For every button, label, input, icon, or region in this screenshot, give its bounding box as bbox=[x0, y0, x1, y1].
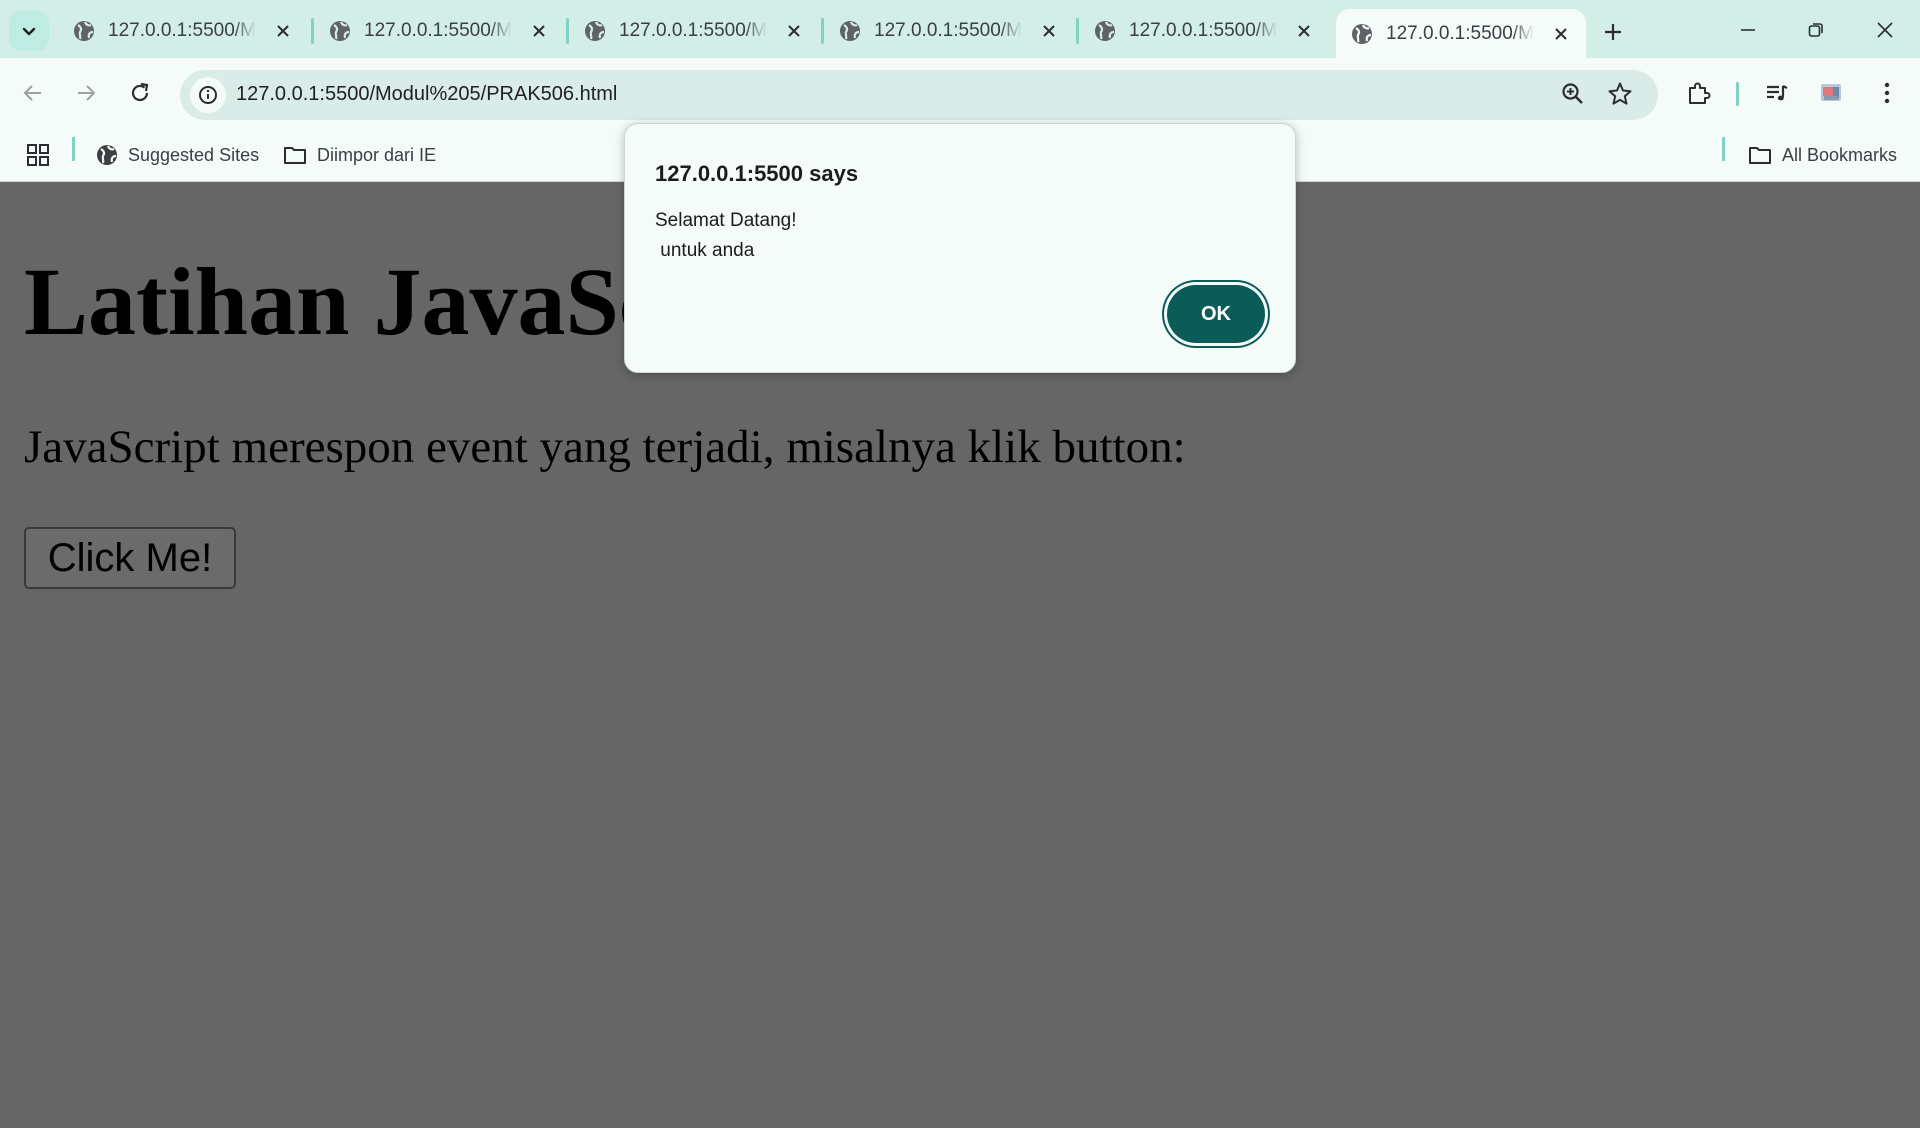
close-icon[interactable] bbox=[528, 20, 550, 42]
reload-icon bbox=[131, 82, 149, 102]
address-bar[interactable]: 127.0.0.1:5500/Modul%205/PRAK506.html bbox=[180, 70, 1658, 120]
globe-icon bbox=[585, 21, 605, 41]
tab-5[interactable]: 127.0.0.1:5500/Modul%205/PRAK505.html bbox=[1079, 9, 1329, 53]
toolbar-divider bbox=[1736, 82, 1739, 106]
globe-icon bbox=[1095, 21, 1115, 41]
bookmark-star-icon[interactable] bbox=[1607, 81, 1633, 107]
tab-6-active[interactable]: 127.0.0.1:5500/Modul%205/PRAK506.html bbox=[1336, 9, 1586, 58]
profile-button[interactable] bbox=[1812, 74, 1850, 112]
tab-1[interactable]: 127.0.0.1:5500/Modul%205/PRAK501.html bbox=[58, 9, 308, 53]
toolbar: 127.0.0.1:5500/Modul%205/PRAK506.html bbox=[0, 58, 1920, 130]
tab-3[interactable]: 127.0.0.1:5500/Modul%205/PRAK503.html bbox=[569, 9, 819, 53]
url-text[interactable]: 127.0.0.1:5500/Modul%205/PRAK506.html bbox=[236, 83, 617, 106]
close-window-button[interactable] bbox=[1855, 8, 1915, 52]
profile-avatar-icon bbox=[1821, 84, 1841, 101]
tab-title: 127.0.0.1:5500/Modul%205/PRAK506.html bbox=[1386, 22, 1534, 44]
close-icon[interactable] bbox=[272, 20, 294, 42]
bookmark-label: Diimpor dari IE bbox=[317, 144, 437, 165]
all-bookmarks-label: All Bookmarks bbox=[1782, 144, 1898, 165]
back-button[interactable] bbox=[13, 73, 53, 113]
tab-search-button[interactable] bbox=[9, 11, 49, 51]
all-bookmarks-button[interactable]: All Bookmarks bbox=[1748, 140, 1897, 170]
info-icon bbox=[199, 86, 217, 104]
arrow-right-icon bbox=[78, 85, 96, 101]
alert-dialog: 127.0.0.1:5500 says Selamat Datang! untu… bbox=[624, 123, 1296, 373]
page-paragraph: JavaScript merespon event yang terjadi, … bbox=[24, 421, 1186, 473]
menu-button[interactable] bbox=[1868, 74, 1906, 112]
plus-icon bbox=[1605, 24, 1621, 40]
tab-title: 127.0.0.1:5500/Modul%205/PRAK501.html bbox=[108, 20, 256, 41]
close-icon[interactable] bbox=[1293, 20, 1315, 42]
bookmark-folder-diimpor[interactable]: Diimpor dari IE bbox=[283, 140, 436, 170]
apps-grid-icon bbox=[27, 144, 49, 166]
restore-icon bbox=[1808, 23, 1823, 37]
close-icon[interactable] bbox=[1038, 20, 1060, 42]
tab-title: 127.0.0.1:5500/Modul%205/PRAK503.html bbox=[619, 20, 767, 41]
close-icon bbox=[1877, 22, 1893, 38]
arrow-left-icon bbox=[23, 85, 41, 101]
chevron-down-icon bbox=[22, 27, 36, 36]
forward-button[interactable] bbox=[66, 73, 106, 113]
tab-2[interactable]: 127.0.0.1:5500/Modul%205/PRAK502.html bbox=[314, 9, 564, 53]
dialog-message-line: Selamat Datang! bbox=[655, 210, 797, 231]
tab-title: 127.0.0.1:5500/Modul%205/PRAK505.html bbox=[1129, 20, 1277, 41]
tab-4[interactable]: 127.0.0.1:5500/Modul%205/PRAK504.html bbox=[824, 9, 1074, 53]
dialog-title: 127.0.0.1:5500 says bbox=[655, 161, 859, 186]
site-info-button[interactable] bbox=[190, 77, 226, 113]
extensions-button[interactable] bbox=[1680, 74, 1718, 112]
close-icon[interactable] bbox=[1550, 23, 1572, 45]
globe-icon bbox=[330, 21, 350, 41]
folder-icon bbox=[1749, 147, 1771, 164]
zoom-icon[interactable] bbox=[1560, 81, 1586, 107]
globe-icon bbox=[840, 21, 860, 41]
globe-icon bbox=[1352, 23, 1372, 44]
dialog-message-line: untuk anda bbox=[655, 240, 755, 261]
minimize-icon bbox=[1741, 29, 1755, 31]
media-queue-icon bbox=[1767, 85, 1788, 101]
reload-button[interactable] bbox=[120, 73, 160, 113]
tab-title: 127.0.0.1:5500/Modul%205/PRAK504.html bbox=[874, 20, 1022, 41]
apps-button[interactable] bbox=[26, 140, 60, 170]
bookmark-suggested-sites[interactable]: Suggested Sites bbox=[96, 140, 259, 170]
dialog-message: Selamat Datang! untuk anda bbox=[655, 206, 797, 266]
minimize-button[interactable] bbox=[1718, 8, 1778, 52]
globe-icon bbox=[97, 145, 117, 165]
globe-icon bbox=[74, 21, 94, 41]
tab-strip: 127.0.0.1:5500/Modul%205/PRAK501.html 12… bbox=[0, 0, 1920, 58]
bookmark-label: Suggested Sites bbox=[128, 144, 260, 165]
bookmarks-divider bbox=[72, 137, 75, 161]
more-vertical-icon bbox=[1884, 82, 1890, 104]
folder-icon bbox=[284, 147, 306, 164]
click-me-button[interactable]: Click Me! bbox=[24, 527, 236, 589]
tab-title: 127.0.0.1:5500/Modul%205/PRAK502.html bbox=[364, 20, 512, 41]
bookmarks-divider bbox=[1722, 137, 1725, 161]
restore-button[interactable] bbox=[1786, 8, 1846, 52]
puzzle-icon bbox=[1689, 82, 1711, 104]
ok-button[interactable]: OK bbox=[1167, 285, 1265, 343]
media-controls-button[interactable] bbox=[1758, 74, 1796, 112]
close-icon[interactable] bbox=[783, 20, 805, 42]
new-tab-button[interactable] bbox=[1596, 15, 1630, 49]
